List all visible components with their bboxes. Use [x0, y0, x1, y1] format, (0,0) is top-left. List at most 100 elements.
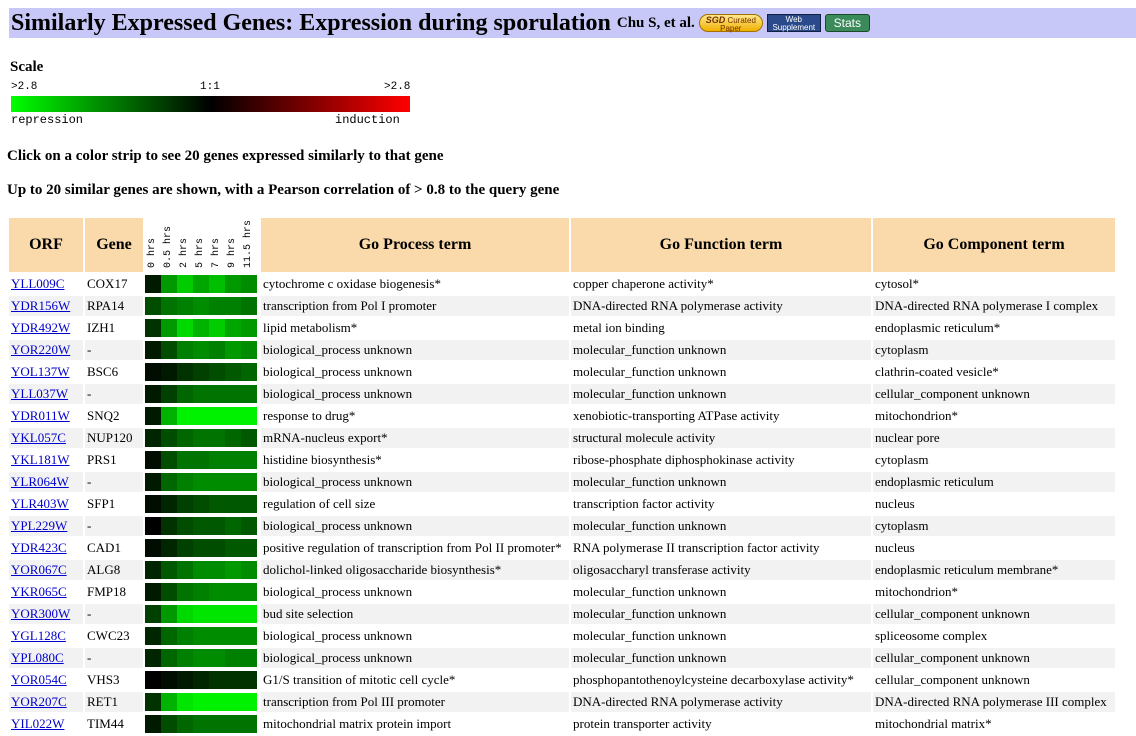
orf-link[interactable]: YPL080C — [11, 650, 64, 665]
expression-strip[interactable] — [145, 341, 257, 359]
strip-segment — [241, 341, 257, 359]
process-cell: response to drug* — [261, 406, 569, 426]
expression-strip[interactable] — [145, 473, 257, 491]
expression-strip[interactable] — [145, 627, 257, 645]
function-cell: metal ion binding — [571, 318, 871, 338]
orf-cell: YDR156W — [9, 296, 83, 316]
authors-label: Chu S, et al. — [616, 14, 695, 31]
orf-link[interactable]: YOR054C — [11, 672, 67, 687]
orf-link[interactable]: YOR300W — [11, 606, 70, 621]
table-row: YOR207C RET1 transcription from Pol III pr… — [9, 692, 1115, 712]
sgd-line3: Paper — [720, 24, 742, 33]
strip-cell — [145, 648, 259, 668]
expression-strip[interactable] — [145, 715, 257, 733]
expression-strip[interactable] — [145, 429, 257, 447]
strip-cell — [145, 714, 259, 734]
function-cell: molecular_function unknown — [571, 472, 871, 492]
strip-segment — [177, 693, 193, 711]
orf-link[interactable]: YKL057C — [11, 430, 66, 445]
strip-segment — [161, 275, 177, 293]
expression-strip[interactable] — [145, 561, 257, 579]
table-row: YLR064W - biological_process unknown molecu… — [9, 472, 1115, 492]
orf-link[interactable]: YIL022W — [11, 716, 64, 731]
component-cell: cytoplasm — [873, 340, 1115, 360]
timepoint-label: 5 hrs — [195, 237, 206, 268]
orf-link[interactable]: YGL128C — [11, 628, 66, 643]
strip-segment — [225, 341, 241, 359]
gene-cell: - — [85, 648, 143, 668]
expression-strip[interactable] — [145, 583, 257, 601]
orf-link[interactable]: YOL137W — [11, 364, 70, 379]
table-row: YPL080C - biological_process unknown molecu… — [9, 648, 1115, 668]
orf-link[interactable]: YLR403W — [11, 496, 69, 511]
expression-strip[interactable] — [145, 671, 257, 689]
expression-strip[interactable] — [145, 693, 257, 711]
expression-strip[interactable] — [145, 539, 257, 557]
expression-strip[interactable] — [145, 319, 257, 337]
orf-link[interactable]: YOR067C — [11, 562, 67, 577]
orf-link[interactable]: YOR207C — [11, 694, 67, 709]
table-row: YDR156W RPA14 transcription from Pol I pro… — [9, 296, 1115, 316]
expression-strip[interactable] — [145, 363, 257, 381]
strip-segment — [177, 451, 193, 469]
table-row: YDR492W IZH1 lipid metabolism* metal ion bi… — [9, 318, 1115, 338]
orf-cell: YLR403W — [9, 494, 83, 514]
strip-segment — [193, 297, 209, 315]
process-cell: biological_process unknown — [261, 472, 569, 492]
table-row: YKR065C FMP18 biological_process unknown mo… — [9, 582, 1115, 602]
component-cell: mitochondrion* — [873, 406, 1115, 426]
function-cell: molecular_function unknown — [571, 582, 871, 602]
strip-segment — [193, 363, 209, 381]
orf-link[interactable]: YDR011W — [11, 408, 70, 423]
function-cell: oligosaccharyl transferase activity — [571, 560, 871, 580]
process-cell: bud site selection — [261, 604, 569, 624]
strip-segment — [225, 451, 241, 469]
orf-link[interactable]: YLL009C — [11, 276, 64, 291]
orf-link[interactable]: YLL037W — [11, 386, 68, 401]
expression-strip[interactable] — [145, 297, 257, 315]
scale-repression-label: repression — [11, 113, 84, 127]
orf-link[interactable]: YLR064W — [11, 474, 69, 489]
strip-segment — [225, 627, 241, 645]
stats-button[interactable]: Stats — [824, 14, 870, 32]
strip-segment — [241, 561, 257, 579]
sgd-curated-paper-button[interactable]: SGD Curated Paper — [698, 14, 763, 33]
strip-segment — [161, 429, 177, 447]
gene-cell: RPA14 — [85, 296, 143, 316]
strip-segment — [193, 341, 209, 359]
component-cell: cellular_component unknown — [873, 648, 1115, 668]
table-row: YKL181W PRS1 histidine biosynthesis* ribose… — [9, 450, 1115, 470]
strip-segment — [209, 297, 225, 315]
expression-strip[interactable] — [145, 605, 257, 623]
orf-link[interactable]: YOR220W — [11, 342, 70, 357]
orf-link[interactable]: YDR492W — [11, 320, 70, 335]
expression-strip[interactable] — [145, 275, 257, 293]
strip-segment — [161, 583, 177, 601]
strip-cell — [145, 516, 259, 536]
function-cell: molecular_function unknown — [571, 384, 871, 404]
timepoint-label: 9 hrs — [227, 237, 238, 268]
expression-strip[interactable] — [145, 495, 257, 513]
scale-left-value: >2.8 — [11, 81, 38, 93]
strip-segment — [161, 495, 177, 513]
process-cell: transcription from Pol III promoter — [261, 692, 569, 712]
orf-link[interactable]: YDR423C — [11, 540, 67, 555]
orf-link[interactable]: YKL181W — [11, 452, 70, 467]
expression-strip[interactable] — [145, 407, 257, 425]
strip-segment — [193, 693, 209, 711]
expression-strip[interactable] — [145, 385, 257, 403]
strip-segment — [161, 517, 177, 535]
orf-link[interactable]: YKR065C — [11, 584, 67, 599]
orf-link[interactable]: YDR156W — [11, 298, 70, 313]
strip-segment — [177, 583, 193, 601]
strip-segment — [225, 605, 241, 623]
orf-link[interactable]: YPL229W — [11, 518, 67, 533]
web-supplement-button[interactable]: Web Supplement — [766, 14, 821, 32]
expression-strip[interactable] — [145, 517, 257, 535]
strip-segment — [225, 407, 241, 425]
orf-cell: YOR220W — [9, 340, 83, 360]
expression-strip[interactable] — [145, 451, 257, 469]
strip-segment — [161, 473, 177, 491]
strip-segment — [161, 627, 177, 645]
expression-strip[interactable] — [145, 649, 257, 667]
